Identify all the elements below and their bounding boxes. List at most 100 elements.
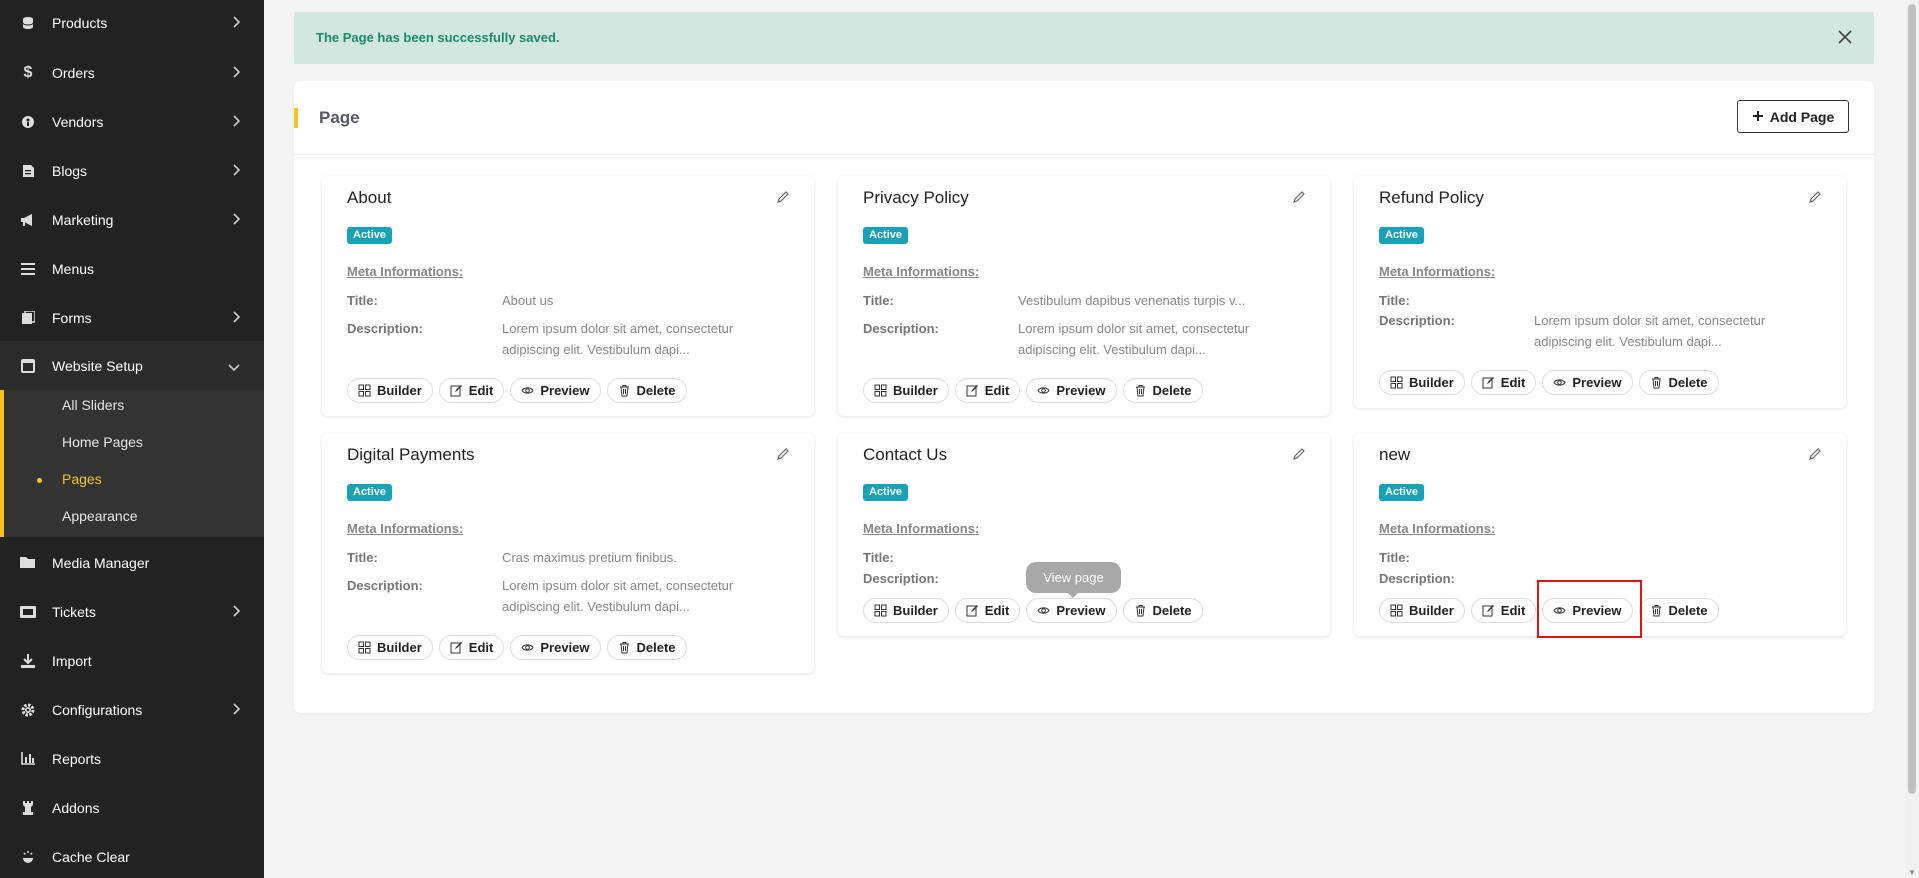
delete-button[interactable]: Delete (606, 635, 687, 660)
scrollbar[interactable]: ▼ (1905, 0, 1919, 878)
page-card: Refund Policy Active Meta Informations: … (1354, 176, 1846, 408)
sidebar-subitem-appearance[interactable]: Appearance (62, 506, 138, 526)
preview-button[interactable]: Preview (510, 378, 601, 403)
sidebar-item-label: Orders (52, 64, 95, 81)
trash-icon (619, 385, 629, 397)
pencil-icon[interactable] (1292, 190, 1306, 204)
meta-heading: Meta Informations: (347, 264, 464, 279)
builder-label: Builder (893, 383, 938, 398)
edit-icon (450, 385, 462, 397)
delete-button[interactable]: Delete (1638, 598, 1719, 623)
sidebar-item-media-manager[interactable]: Media Manager (0, 538, 264, 587)
sidebar-item-addons[interactable]: Addons (0, 783, 264, 832)
preview-button[interactable]: Preview (510, 635, 601, 660)
pencil-icon[interactable] (1808, 447, 1822, 461)
edit-button[interactable]: Edit (438, 378, 505, 403)
scrollbar-thumb[interactable] (1908, 4, 1916, 794)
eye-icon (1037, 387, 1050, 394)
delete-button[interactable]: Delete (1638, 370, 1719, 395)
meta-heading: Meta Informations: (347, 521, 464, 536)
sidebar-item-label: Addons (52, 799, 100, 816)
preview-label: Preview (540, 383, 590, 398)
scroll-down-icon[interactable]: ▼ (1908, 868, 1916, 877)
sidebar-item-orders[interactable]: $ Orders (0, 48, 264, 97)
trash-icon (619, 642, 629, 654)
builder-button[interactable]: Builder (863, 378, 949, 403)
sidebar-item-cache-clear[interactable]: Cache Clear (0, 832, 264, 878)
sidebar-subitem-pages[interactable]: Pages (62, 469, 102, 489)
edit-icon (450, 642, 462, 654)
add-page-button[interactable]: Add Page (1737, 100, 1849, 133)
trash-icon (1135, 605, 1145, 617)
description-value: Lorem ipsum dolor sit amet, consectetur … (502, 321, 734, 357)
edit-button[interactable]: Edit (954, 378, 1021, 403)
sidebar-subitem-all-sliders[interactable]: All Sliders (62, 395, 124, 415)
sidebar-item-label: Reports (52, 750, 102, 767)
card-title: Privacy Policy (863, 188, 969, 207)
blog-icon (20, 163, 36, 179)
chevron-down-icon (228, 358, 240, 374)
chevron-right-icon (232, 114, 241, 130)
chevron-right-icon (232, 15, 241, 31)
sidebar-item-configurations[interactable]: Configurations (0, 685, 264, 734)
megaphone-icon (20, 212, 36, 228)
edit-button[interactable]: Edit (1470, 598, 1537, 623)
builder-button[interactable]: Builder (863, 598, 949, 623)
pencil-icon[interactable] (1292, 447, 1306, 461)
sidebar-subitem-home-pages[interactable]: Home Pages (62, 432, 143, 452)
edit-icon (966, 605, 978, 617)
builder-label: Builder (1409, 375, 1454, 390)
edit-button[interactable]: Edit (1470, 370, 1537, 395)
sidebar-item-label: Forms (52, 309, 92, 326)
card-title: Digital Payments (347, 445, 475, 464)
title-value: Vestibulum dapibus venenatis turpis v... (1018, 293, 1246, 308)
chart-icon (20, 751, 36, 767)
sidebar-item-menus[interactable]: Menus (0, 244, 264, 293)
ticket-icon (20, 604, 36, 620)
pencil-icon[interactable] (776, 447, 790, 461)
pencil-icon[interactable] (776, 190, 790, 204)
grid-icon (874, 604, 887, 617)
sidebar-item-label: Import (52, 652, 92, 669)
preview-button[interactable]: Preview (1026, 378, 1117, 403)
card-actions: Builder Edit Preview Delete (1379, 370, 1719, 395)
sidebar-item-blogs[interactable]: Blogs (0, 146, 264, 195)
page-title: Page (319, 108, 360, 127)
chevron-right-icon (232, 163, 241, 179)
sidebar-item-marketing[interactable]: Marketing (0, 195, 264, 244)
description-label: Description: (1379, 571, 1455, 586)
builder-button[interactable]: Builder (1379, 598, 1465, 623)
preview-button[interactable]: Preview (1026, 598, 1117, 623)
preview-button[interactable]: Preview (1542, 370, 1633, 395)
card-actions: Builder Edit Preview Delete (863, 598, 1203, 623)
sidebar-item-reports[interactable]: Reports (0, 734, 264, 783)
sidebar-item-vendors[interactable]: Vendors (0, 97, 264, 146)
builder-button[interactable]: Builder (347, 635, 433, 660)
delete-button[interactable]: Delete (1122, 598, 1203, 623)
menu-icon (20, 261, 36, 277)
sidebar-item-label: Marketing (52, 211, 114, 228)
sidebar-item-forms[interactable]: Forms (0, 293, 264, 342)
meta-heading: Meta Informations: (1379, 521, 1496, 536)
builder-label: Builder (893, 603, 938, 618)
edit-button[interactable]: Edit (954, 598, 1021, 623)
plus-icon (1752, 109, 1764, 125)
description-value: Lorem ipsum dolor sit amet, consectetur … (1534, 313, 1766, 349)
builder-button[interactable]: Builder (347, 378, 433, 403)
sidebar-item-website-setup[interactable]: Website Setup (0, 341, 264, 390)
delete-button[interactable]: Delete (1122, 378, 1203, 403)
sidebar-item-tickets[interactable]: Tickets (0, 587, 264, 636)
pencil-icon[interactable] (1808, 190, 1822, 204)
builder-button[interactable]: Builder (1379, 370, 1465, 395)
sidebar-item-import[interactable]: Import (0, 636, 264, 685)
status-badge: Active (347, 484, 393, 501)
card-title: Refund Policy (1379, 188, 1484, 207)
edit-button[interactable]: Edit (438, 635, 505, 660)
sidebar-item-products[interactable]: Products (0, 0, 264, 47)
active-dot-icon (37, 478, 42, 483)
description-value: Lorem ipsum dolor sit amet, consectetur … (1018, 321, 1250, 357)
edit-icon (1482, 377, 1494, 389)
delete-button[interactable]: Delete (606, 378, 687, 403)
close-icon[interactable] (1834, 26, 1856, 48)
title-value: Cras maximus pretium finibus. (502, 550, 677, 565)
